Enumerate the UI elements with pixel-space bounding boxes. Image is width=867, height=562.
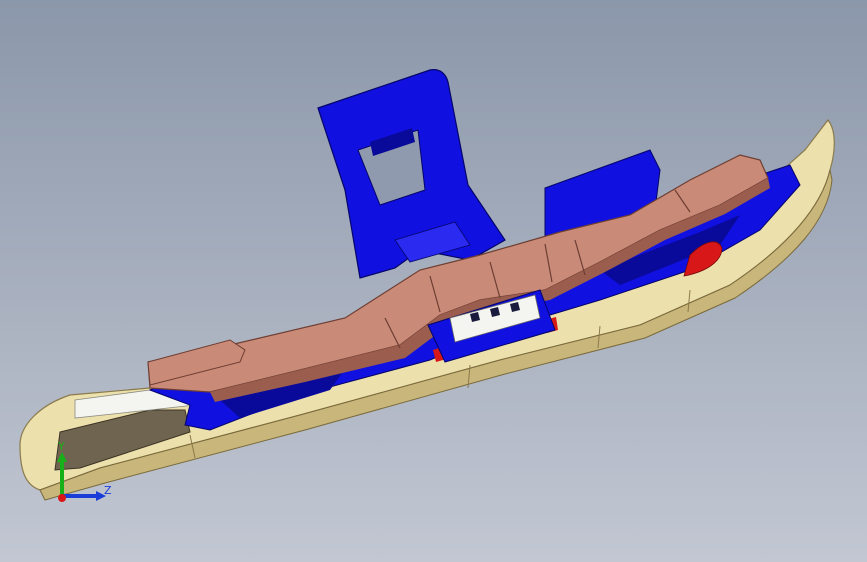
cad-3d-viewport[interactable]: Y Z [0,0,867,562]
cad-model-render[interactable] [0,0,867,562]
y-axis-label: Y [57,440,65,453]
axis-triad: Y Z [57,440,112,502]
z-axis-label: Z [104,484,112,497]
y-axis-arrow-icon [57,452,67,462]
origin-icon [58,494,66,502]
